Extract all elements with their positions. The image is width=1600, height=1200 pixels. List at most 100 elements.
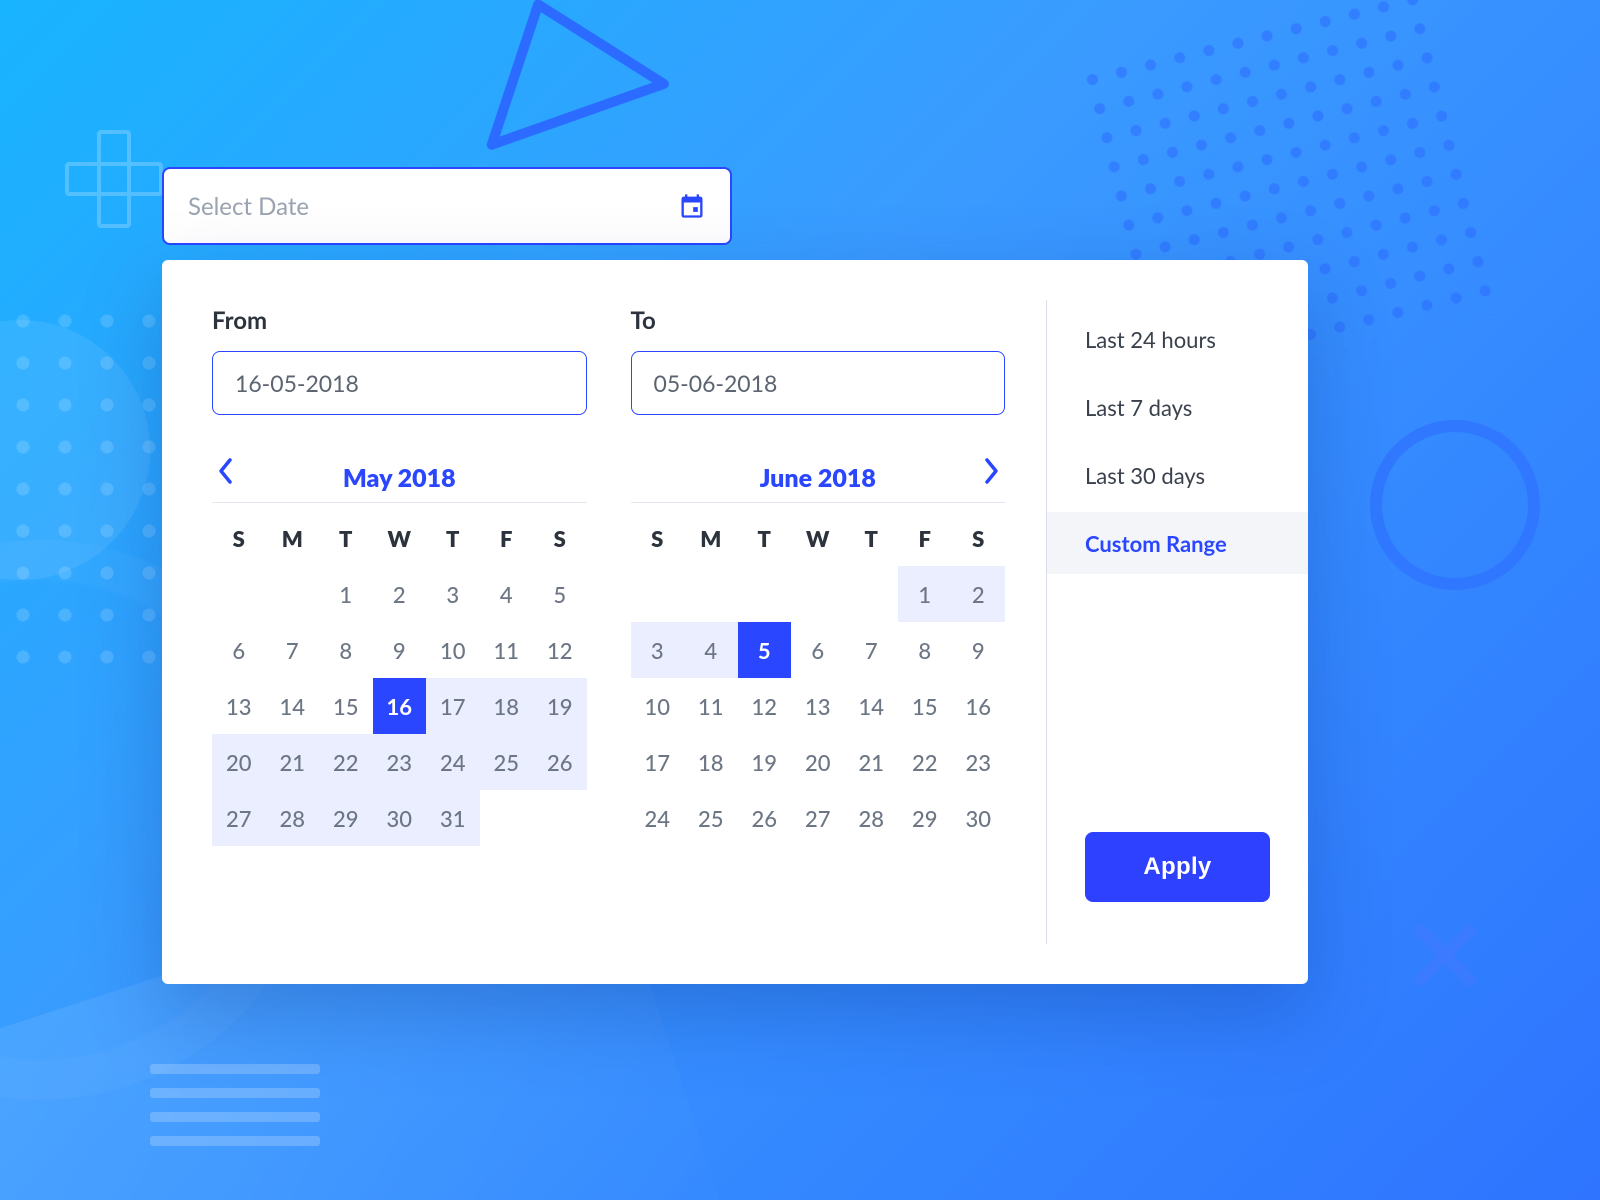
month-header: June 2018 bbox=[631, 453, 1006, 503]
day-cell[interactable]: 24 bbox=[426, 734, 480, 790]
chevron-left-icon bbox=[217, 457, 235, 489]
day-cell[interactable]: 22 bbox=[898, 734, 952, 790]
date-range-panel: From 16-05-2018 To 05-06-2018 May 2018SM… bbox=[162, 260, 1308, 984]
day-blank bbox=[212, 566, 266, 622]
day-cell[interactable]: 12 bbox=[533, 622, 587, 678]
calendar-area: From 16-05-2018 To 05-06-2018 May 2018SM… bbox=[162, 260, 1047, 984]
day-cell[interactable]: 1 bbox=[319, 566, 373, 622]
day-cell[interactable]: 13 bbox=[212, 678, 266, 734]
from-field: From 16-05-2018 bbox=[212, 306, 587, 415]
day-cell[interactable]: 1 bbox=[898, 566, 952, 622]
day-cell[interactable]: 23 bbox=[952, 734, 1006, 790]
day-cell[interactable]: 10 bbox=[631, 678, 685, 734]
day-cell[interactable]: 3 bbox=[631, 622, 685, 678]
weekday-label: S bbox=[631, 525, 685, 552]
day-cell[interactable]: 30 bbox=[373, 790, 427, 846]
from-label: From bbox=[212, 306, 587, 335]
day-cell[interactable]: 9 bbox=[952, 622, 1006, 678]
weekday-label: T bbox=[319, 525, 373, 552]
day-cell[interactable]: 21 bbox=[845, 734, 899, 790]
day-grid: 1234567891011121314151617181920212223242… bbox=[631, 566, 1006, 846]
day-cell[interactable]: 5 bbox=[738, 622, 792, 678]
day-cell[interactable]: 27 bbox=[212, 790, 266, 846]
next-month-button[interactable] bbox=[971, 453, 1011, 493]
day-cell[interactable]: 2 bbox=[373, 566, 427, 622]
day-cell[interactable]: 18 bbox=[684, 734, 738, 790]
calendar-icon bbox=[678, 192, 706, 220]
day-cell[interactable]: 26 bbox=[533, 734, 587, 790]
day-cell[interactable]: 3 bbox=[426, 566, 480, 622]
day-cell[interactable]: 10 bbox=[426, 622, 480, 678]
day-cell[interactable]: 16 bbox=[952, 678, 1006, 734]
to-date-input[interactable]: 05-06-2018 bbox=[631, 351, 1006, 415]
day-blank bbox=[266, 566, 320, 622]
day-cell[interactable]: 13 bbox=[791, 678, 845, 734]
day-cell[interactable]: 7 bbox=[845, 622, 899, 678]
weekday-label: T bbox=[845, 525, 899, 552]
weekday-label: W bbox=[373, 525, 427, 552]
day-cell[interactable]: 22 bbox=[319, 734, 373, 790]
day-cell[interactable]: 21 bbox=[266, 734, 320, 790]
day-cell[interactable]: 30 bbox=[952, 790, 1006, 846]
preset-option[interactable]: Last 24 hours bbox=[1047, 308, 1308, 370]
day-cell[interactable]: 8 bbox=[319, 622, 373, 678]
day-cell[interactable]: 11 bbox=[480, 622, 534, 678]
day-cell[interactable]: 31 bbox=[426, 790, 480, 846]
day-cell[interactable]: 28 bbox=[845, 790, 899, 846]
day-cell[interactable]: 25 bbox=[480, 734, 534, 790]
day-cell[interactable]: 6 bbox=[212, 622, 266, 678]
day-cell[interactable]: 8 bbox=[898, 622, 952, 678]
weekday-label: F bbox=[480, 525, 534, 552]
from-date-input[interactable]: 16-05-2018 bbox=[212, 351, 587, 415]
weekday-label: S bbox=[533, 525, 587, 552]
day-cell[interactable]: 4 bbox=[480, 566, 534, 622]
day-cell[interactable]: 20 bbox=[212, 734, 266, 790]
day-cell[interactable]: 20 bbox=[791, 734, 845, 790]
chevron-right-icon bbox=[982, 457, 1000, 489]
prev-month-button[interactable] bbox=[206, 453, 246, 493]
select-date-input[interactable]: Select Date bbox=[162, 167, 732, 245]
day-cell[interactable]: 17 bbox=[426, 678, 480, 734]
day-cell[interactable]: 23 bbox=[373, 734, 427, 790]
preset-option[interactable]: Custom Range bbox=[1047, 512, 1308, 574]
day-cell[interactable]: 29 bbox=[319, 790, 373, 846]
day-cell[interactable]: 17 bbox=[631, 734, 685, 790]
day-cell[interactable]: 28 bbox=[266, 790, 320, 846]
day-cell[interactable]: 6 bbox=[791, 622, 845, 678]
day-cell[interactable]: 19 bbox=[533, 678, 587, 734]
day-cell[interactable]: 24 bbox=[631, 790, 685, 846]
weekday-row: SMTWTFS bbox=[212, 525, 587, 552]
weekday-label: M bbox=[266, 525, 320, 552]
weekday-label: S bbox=[212, 525, 266, 552]
day-cell[interactable]: 7 bbox=[266, 622, 320, 678]
to-label: To bbox=[631, 306, 1006, 335]
day-blank bbox=[791, 566, 845, 622]
day-cell[interactable]: 25 bbox=[684, 790, 738, 846]
preset-option[interactable]: Last 7 days bbox=[1047, 376, 1308, 438]
day-cell[interactable]: 26 bbox=[738, 790, 792, 846]
day-cell[interactable]: 5 bbox=[533, 566, 587, 622]
apply-button[interactable]: Apply bbox=[1085, 832, 1270, 902]
weekday-label: M bbox=[684, 525, 738, 552]
day-cell[interactable]: 29 bbox=[898, 790, 952, 846]
day-cell[interactable]: 14 bbox=[845, 678, 899, 734]
day-cell[interactable]: 27 bbox=[791, 790, 845, 846]
day-grid: 1234567891011121314151617181920212223242… bbox=[212, 566, 587, 846]
day-cell[interactable]: 12 bbox=[738, 678, 792, 734]
day-blank bbox=[845, 566, 899, 622]
day-cell[interactable]: 4 bbox=[684, 622, 738, 678]
select-date-placeholder: Select Date bbox=[188, 192, 309, 221]
day-cell[interactable]: 16 bbox=[373, 678, 427, 734]
month-column: June 2018SMTWTFS123456789101112131415161… bbox=[631, 453, 1006, 846]
weekday-label: T bbox=[426, 525, 480, 552]
day-cell[interactable]: 15 bbox=[319, 678, 373, 734]
preset-option[interactable]: Last 30 days bbox=[1047, 444, 1308, 506]
day-cell[interactable]: 2 bbox=[952, 566, 1006, 622]
day-cell[interactable]: 18 bbox=[480, 678, 534, 734]
weekday-label: F bbox=[898, 525, 952, 552]
day-cell[interactable]: 11 bbox=[684, 678, 738, 734]
day-cell[interactable]: 9 bbox=[373, 622, 427, 678]
day-cell[interactable]: 14 bbox=[266, 678, 320, 734]
day-cell[interactable]: 15 bbox=[898, 678, 952, 734]
day-cell[interactable]: 19 bbox=[738, 734, 792, 790]
